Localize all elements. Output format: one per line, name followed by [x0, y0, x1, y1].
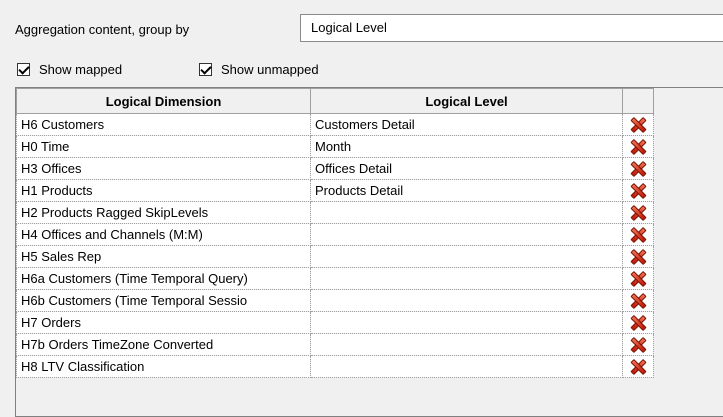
logical-level-cell[interactable]: Offices Detail	[310, 157, 623, 180]
table-row[interactable]: H6b Customers (Time Temporal Sessio	[16, 289, 654, 312]
mapping-table: Logical Dimension Logical Level H6 Custo…	[16, 88, 654, 378]
table-row[interactable]: H7 Orders	[16, 311, 654, 334]
delete-x-icon[interactable]	[629, 292, 647, 310]
logical-level-cell[interactable]: Month	[310, 135, 623, 158]
delete-row-button[interactable]	[622, 311, 654, 334]
table-row[interactable]: H8 LTV Classification	[16, 355, 654, 378]
column-header-logical-level[interactable]: Logical Level	[310, 88, 623, 114]
delete-row-button[interactable]	[622, 245, 654, 268]
show-unmapped-checkbox[interactable]: Show unmapped	[199, 62, 319, 77]
logical-level-cell[interactable]: Products Detail	[310, 179, 623, 202]
table-header-row: Logical Dimension Logical Level	[16, 88, 654, 114]
show-unmapped-check-icon[interactable]	[199, 63, 212, 76]
table-row[interactable]: H7b Orders TimeZone Converted	[16, 333, 654, 356]
logical-level-cell[interactable]	[310, 245, 623, 268]
delete-row-button[interactable]	[622, 135, 654, 158]
show-mapped-checkbox[interactable]: Show mapped	[17, 62, 122, 77]
delete-x-icon[interactable]	[629, 358, 647, 376]
delete-x-icon[interactable]	[629, 182, 647, 200]
show-unmapped-label: Show unmapped	[221, 62, 319, 77]
delete-row-button[interactable]	[622, 289, 654, 312]
logical-dimension-cell[interactable]: H6 Customers	[16, 113, 311, 136]
logical-dimension-cell[interactable]: H0 Time	[16, 135, 311, 158]
group-by-field[interactable]: Logical Level	[300, 14, 723, 42]
logical-level-cell[interactable]	[310, 289, 623, 312]
delete-x-icon[interactable]	[629, 336, 647, 354]
delete-x-icon[interactable]	[629, 226, 647, 244]
logical-dimension-cell[interactable]: H1 Products	[16, 179, 311, 202]
logical-dimension-cell[interactable]: H7 Orders	[16, 311, 311, 334]
delete-row-button[interactable]	[622, 267, 654, 290]
logical-level-cell[interactable]	[310, 267, 623, 290]
show-mapped-label: Show mapped	[39, 62, 123, 77]
delete-row-button[interactable]	[622, 333, 654, 356]
delete-row-button[interactable]	[622, 223, 654, 246]
table-row[interactable]: H0 Time Month	[16, 135, 654, 158]
logical-level-cell[interactable]	[310, 311, 623, 334]
table-row[interactable]: H4 Offices and Channels (M:M)	[16, 223, 654, 246]
table-row[interactable]: H6 Customers Customers Detail	[16, 113, 654, 136]
logical-dimension-cell[interactable]: H8 LTV Classification	[16, 355, 311, 378]
logical-dimension-cell[interactable]: H6b Customers (Time Temporal Sessio	[16, 289, 311, 312]
delete-row-button[interactable]	[622, 201, 654, 224]
logical-level-cell[interactable]	[310, 333, 623, 356]
logical-dimension-cell[interactable]: H3 Offices	[16, 157, 311, 180]
delete-x-icon[interactable]	[629, 248, 647, 266]
delete-x-icon[interactable]	[629, 270, 647, 288]
logical-level-cell[interactable]	[310, 355, 623, 378]
delete-row-button[interactable]	[622, 355, 654, 378]
logical-dimension-cell[interactable]: H4 Offices and Channels (M:M)	[16, 223, 311, 246]
table-row[interactable]: H5 Sales Rep	[16, 245, 654, 268]
delete-x-icon[interactable]	[629, 138, 647, 156]
table-row[interactable]: H3 Offices Offices Detail	[16, 157, 654, 180]
table-row[interactable]: H6a Customers (Time Temporal Query)	[16, 267, 654, 290]
logical-level-cell[interactable]: Customers Detail	[310, 113, 623, 136]
logical-dimension-cell[interactable]: H2 Products Ragged SkipLevels	[16, 201, 311, 224]
show-mapped-check-icon[interactable]	[17, 63, 30, 76]
delete-x-icon[interactable]	[629, 314, 647, 332]
group-by-label: Aggregation content, group by	[15, 22, 190, 37]
logical-dimension-cell[interactable]: H6a Customers (Time Temporal Query)	[16, 267, 311, 290]
delete-x-icon[interactable]	[629, 160, 647, 178]
delete-row-button[interactable]	[622, 179, 654, 202]
logical-dimension-cell[interactable]: H5 Sales Rep	[16, 245, 311, 268]
delete-x-icon[interactable]	[629, 204, 647, 222]
delete-row-button[interactable]	[622, 113, 654, 136]
delete-x-icon[interactable]	[629, 116, 647, 134]
logical-dimension-cell[interactable]: H7b Orders TimeZone Converted	[16, 333, 311, 356]
logical-level-cell[interactable]	[310, 201, 623, 224]
table-row[interactable]: H2 Products Ragged SkipLevels	[16, 201, 654, 224]
delete-row-button[interactable]	[622, 157, 654, 180]
column-header-actions	[622, 88, 654, 114]
logical-level-cell[interactable]	[310, 223, 623, 246]
table-row[interactable]: H1 Products Products Detail	[16, 179, 654, 202]
column-header-logical-dimension[interactable]: Logical Dimension	[16, 88, 311, 114]
